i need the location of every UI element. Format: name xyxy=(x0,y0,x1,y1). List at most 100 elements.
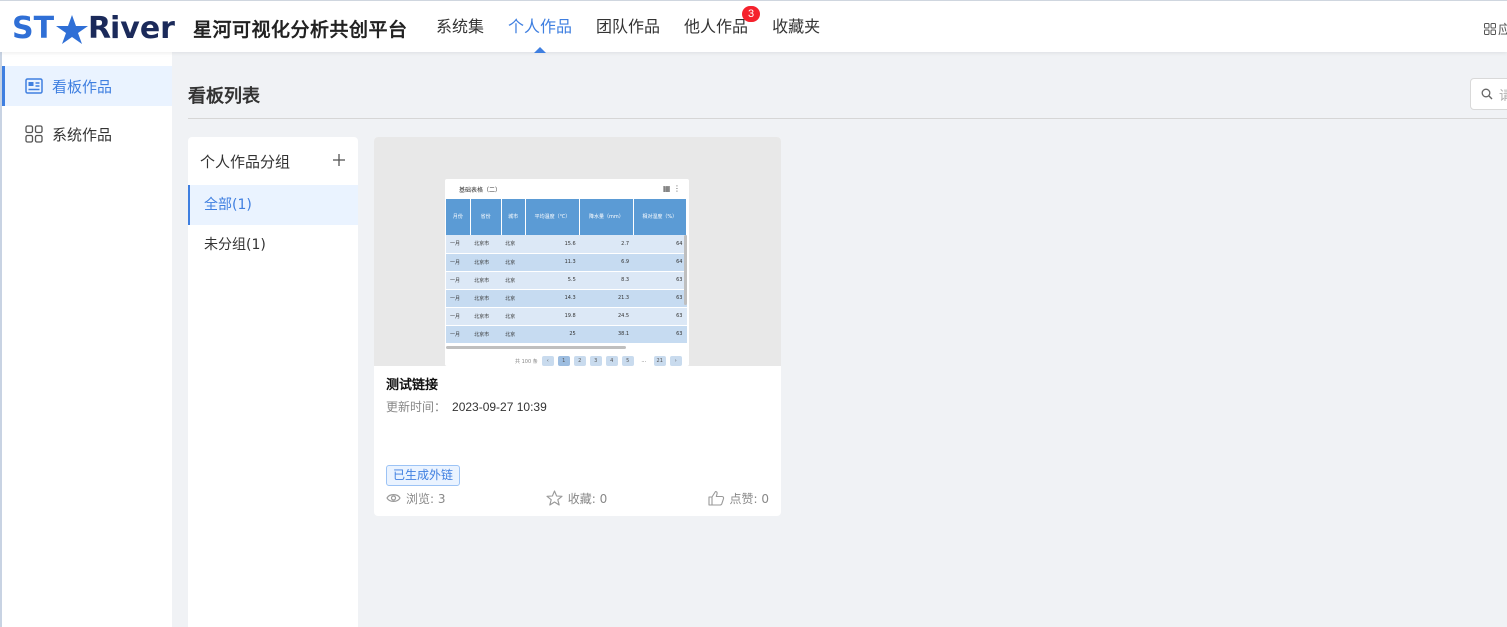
preview-header-cell: 城市 xyxy=(501,199,526,235)
nav-label: 收藏夹 xyxy=(772,17,821,36)
svg-text:R: R xyxy=(88,11,111,44)
preview-cell: 一月 xyxy=(446,289,471,308)
page-title: 看板列表 xyxy=(188,86,260,107)
preview-cell: 北京市 xyxy=(470,325,502,344)
preview-cell: 北京市 xyxy=(470,289,502,308)
preview-row: 一月 北京市 北京 25 38.1 63 xyxy=(446,325,687,344)
brand-logo[interactable]: ST R iver xyxy=(12,10,178,44)
preview-header-cell: 省份 xyxy=(470,199,502,235)
card-update-time: 更新时间： 2023-09-27 10:39 xyxy=(386,398,547,415)
preview-row: 一月 北京市 北京 5.5 8.3 63 xyxy=(446,271,687,290)
thumbs-up-icon xyxy=(707,490,724,506)
dashboard-card[interactable]: 基础表格（二） ▦ ⋮ 月份 省份 城市 平均温度（℃） 降水量（mm） 相对湿… xyxy=(374,137,781,516)
nav-label: 系统集 xyxy=(436,17,485,36)
preview-cell: 一月 xyxy=(446,235,471,254)
preview-pager-prev: ‹ xyxy=(541,356,554,366)
sidebar-item-dashboard-works[interactable]: 看板作品 xyxy=(2,66,172,106)
card-thumbnail[interactable]: 基础表格（二） ▦ ⋮ 月份 省份 城市 平均温度（℃） 降水量（mm） 相对湿… xyxy=(374,137,781,366)
preview-row: 一月 北京市 北京 11.3 6.9 64 xyxy=(446,253,687,272)
sidebar: 看板作品 系统作品 xyxy=(0,52,172,627)
top-nav: 系统集 个人作品 团队作品 他人作品 3 收藏夹 xyxy=(436,1,844,53)
preview-pager-page: 1 xyxy=(557,356,570,366)
group-item-all[interactable]: 全部(1) xyxy=(188,185,358,225)
preview-cell: 北京 xyxy=(501,253,526,272)
card-title: 测试链接 xyxy=(386,378,439,393)
search-placeholder: 请输入 xyxy=(1499,85,1507,104)
preview-cell: 5.5 xyxy=(525,271,580,290)
preview-cell: 14.3 xyxy=(525,289,580,308)
group-header: 个人作品分组 xyxy=(188,137,358,185)
preview-cell: 64 xyxy=(633,253,687,272)
notification-badge: 3 xyxy=(742,6,761,22)
views-count: 浏览: 3 xyxy=(406,491,446,506)
preview-cell: 一月 xyxy=(446,307,471,326)
preview-vscrollbar xyxy=(684,235,687,305)
preview-pager-total: 共 100 条 xyxy=(515,358,538,365)
preview-pager-page: 2 xyxy=(573,356,586,366)
preview-cell: 64 xyxy=(633,235,687,254)
apps-menu[interactable]: 应用 xyxy=(1484,19,1507,38)
preview-pager-page: 5 xyxy=(621,356,634,366)
nav-label: 他人作品 xyxy=(684,17,749,36)
preview-pager-page: 3 xyxy=(589,356,602,366)
preview-row: 一月 北京市 北京 19.8 24.5 63 xyxy=(446,307,687,326)
eye-icon xyxy=(386,494,401,502)
preview-rows: 一月 北京市 北京 15.6 2.7 64 一月 北京市 北京 11.3 6.9 64 一月 北京市 北京 5… xyxy=(446,235,687,344)
preview-menu-icon: ▦ ⋮ xyxy=(662,184,681,193)
svg-text:iver: iver xyxy=(110,11,175,44)
apps-menu-label: 应用 xyxy=(1498,22,1507,37)
group-panel: 个人作品分组 全部(1) 未分组(1) xyxy=(188,137,358,627)
likes-count: 点赞: 0 xyxy=(729,491,770,506)
nav-label: 团队作品 xyxy=(596,17,661,36)
title-divider xyxy=(188,118,1507,119)
preview-pager: 共 100 条 ‹ 1 2 3 4 5... 21 › xyxy=(515,356,682,366)
preview-cell: 2.7 xyxy=(579,235,634,254)
nav-personal-works[interactable]: 个人作品 xyxy=(508,1,572,53)
preview-cell: 一月 xyxy=(446,271,471,290)
preview-cell: 北京 xyxy=(501,289,526,308)
preview-pager-next: › xyxy=(669,356,682,366)
nav-others-works[interactable]: 他人作品 3 xyxy=(684,1,761,53)
sidebar-item-label: 系统作品 xyxy=(52,125,113,144)
preview-cell: 北京 xyxy=(501,307,526,326)
preview-cell: 北京 xyxy=(501,235,526,254)
svg-text:ST: ST xyxy=(12,11,55,44)
apps-grid-icon xyxy=(1484,22,1496,35)
group-item-ungrouped[interactable]: 未分组(1) xyxy=(188,225,358,265)
preview-cell: 24.5 xyxy=(579,307,634,326)
nav-team-works[interactable]: 团队作品 xyxy=(596,1,660,53)
plus-icon[interactable] xyxy=(332,150,346,172)
thumbnail-preview: 基础表格（二） ▦ ⋮ 月份 省份 城市 平均温度（℃） 降水量（mm） 相对湿… xyxy=(445,179,689,366)
grid-icon xyxy=(24,124,44,144)
like-button[interactable]: 点赞: 0 xyxy=(707,490,770,507)
preview-cell: 63 xyxy=(633,307,687,326)
striver-logo-icon: ST R iver xyxy=(12,11,175,44)
sidebar-item-label: 看板作品 xyxy=(52,77,113,96)
preview-pager-page: ... xyxy=(641,358,647,364)
sidebar-item-system-works[interactable]: 系统作品 xyxy=(2,114,172,154)
preview-hscrollbar xyxy=(446,346,626,349)
nav-favorites[interactable]: 收藏夹 xyxy=(772,1,820,53)
preview-pager-page: 21 xyxy=(653,356,666,366)
preview-cell: 北京 xyxy=(501,271,526,290)
preview-cell: 一月 xyxy=(446,325,471,344)
favorite-button[interactable]: 收藏: 0 xyxy=(546,490,607,507)
preview-cell: 8.3 xyxy=(579,271,634,290)
preview-title: 基础表格（二） xyxy=(459,187,502,194)
nav-system-collection[interactable]: 系统集 xyxy=(436,1,484,53)
preview-row: 一月 北京市 北京 14.3 21.3 63 xyxy=(446,289,687,308)
preview-header-cell: 月份 xyxy=(446,199,471,235)
preview-pager-page: 4 xyxy=(605,356,618,366)
external-link-tag: 已生成外链 xyxy=(386,465,461,486)
preview-cell: 北京市 xyxy=(470,235,502,254)
preview-cell: 北京市 xyxy=(470,253,502,272)
preview-cell: 21.3 xyxy=(579,289,634,308)
card-time-label: 更新时间： xyxy=(386,400,447,414)
preview-cell: 一月 xyxy=(446,253,471,272)
preview-cell: 15.6 xyxy=(525,235,580,254)
preview-cell: 63 xyxy=(633,289,687,308)
dashboard-icon xyxy=(24,76,44,96)
search-input[interactable]: 请输入 xyxy=(1470,78,1507,110)
app-title: 星河可视化分析共创平台 xyxy=(193,19,408,41)
nav-label: 个人作品 xyxy=(508,17,573,36)
